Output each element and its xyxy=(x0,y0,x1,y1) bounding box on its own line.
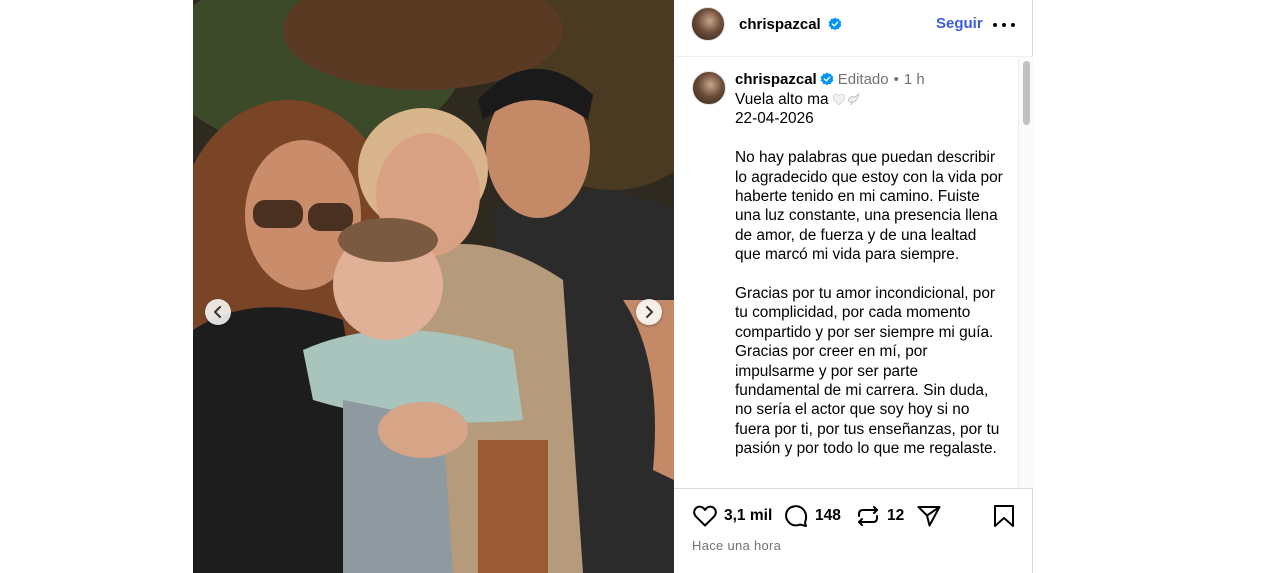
comment-bubble-icon xyxy=(785,505,808,527)
caption-text: Vuela alto ma 22-04-2026 No hay palabras… xyxy=(735,90,1005,459)
follow-button[interactable]: Seguir xyxy=(936,15,983,32)
post-side-panel: chrispazcal Seguir chrispazcal Editado • 1… xyxy=(674,0,1033,573)
verified-badge-icon xyxy=(820,72,834,86)
repost-button[interactable]: 12 xyxy=(855,503,904,529)
repost-count[interactable]: 12 xyxy=(887,507,904,525)
carousel-prev-button[interactable] xyxy=(205,299,231,325)
like-button[interactable]: 3,1 mil xyxy=(692,503,772,529)
family-photo xyxy=(193,0,674,573)
edited-label: Editado xyxy=(837,71,889,88)
post-header: chrispazcal Seguir xyxy=(674,0,1033,57)
caption-line-1-text: Vuela alto ma xyxy=(735,91,829,108)
caption-author-avatar[interactable] xyxy=(692,71,726,105)
bookmark-icon xyxy=(994,505,1014,527)
posted-time[interactable]: Hace una hora xyxy=(692,538,781,553)
post-actions-bar: 3,1 mil 148 12 Hace una hora xyxy=(674,488,1033,573)
author-avatar[interactable] xyxy=(691,7,725,41)
caption-scroll-area[interactable]: chrispazcal Editado • 1 h Vuela alto ma 22… xyxy=(674,57,1033,488)
comment-count[interactable]: 148 xyxy=(815,507,841,525)
heart-dove-emoji-icon xyxy=(832,92,860,106)
post-photo[interactable] xyxy=(193,0,674,573)
verified-badge-icon xyxy=(828,17,842,31)
save-button[interactable] xyxy=(991,503,1017,529)
caption-time[interactable]: 1 h xyxy=(904,71,925,88)
caption-paragraph-2: Gracias por tu amor incondicional, por t… xyxy=(735,285,1000,458)
comment-button[interactable]: 148 xyxy=(783,503,841,529)
repost-icon xyxy=(858,506,878,526)
chevron-left-icon xyxy=(214,306,221,318)
heart-icon xyxy=(693,505,717,527)
caption-header: chrispazcal Editado • 1 h xyxy=(735,71,925,88)
separator-dot: • xyxy=(893,71,899,88)
post-viewer: chrispazcal Seguir chrispazcal Editado • 1… xyxy=(0,0,1280,573)
caption-scrollbar[interactable] xyxy=(1018,57,1033,488)
more-options-icon[interactable] xyxy=(993,16,1015,34)
author-username-text[interactable]: chrispazcal xyxy=(739,16,821,33)
caption-line-1: Vuela alto ma xyxy=(735,90,1005,109)
share-button[interactable] xyxy=(916,503,942,529)
caption-username[interactable]: chrispazcal xyxy=(735,71,817,88)
like-count[interactable]: 3,1 mil xyxy=(724,507,772,525)
caption-paragraph-1: No hay palabras que puedan describir lo … xyxy=(735,149,1003,264)
share-icon xyxy=(917,506,941,527)
scrollbar-thumb[interactable] xyxy=(1023,61,1030,125)
author-username[interactable]: chrispazcal xyxy=(739,16,842,33)
carousel-next-button[interactable] xyxy=(636,299,662,325)
chevron-right-icon xyxy=(646,306,653,318)
caption-date: 22-04-2026 xyxy=(735,110,814,128)
